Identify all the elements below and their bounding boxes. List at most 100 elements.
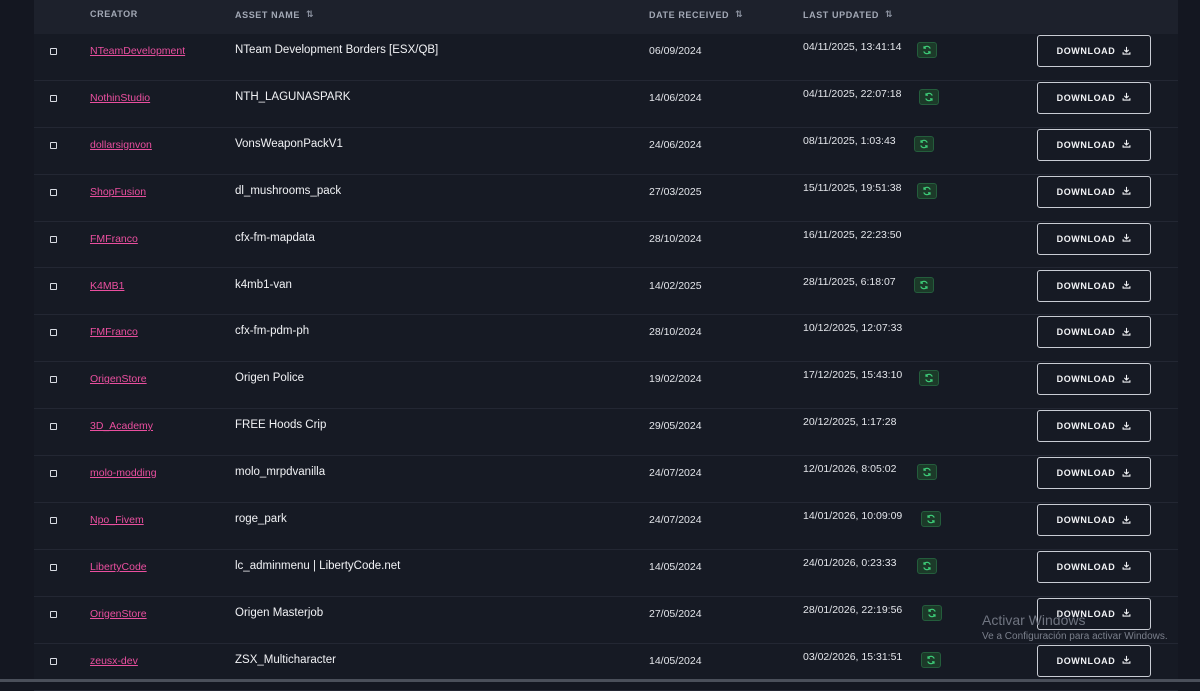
download-button[interactable]: DOWNLOAD [1037,35,1151,67]
row-checkbox[interactable] [50,188,57,196]
table-row: OrigenStore Origen Police 19/02/2024 17/12/… [34,362,1178,410]
download-button-label: DOWNLOAD [1056,186,1116,197]
download-button-label: DOWNLOAD [1056,655,1116,666]
date-received: 28/10/2024 [649,232,702,245]
sync-icon [920,139,928,149]
sync-icon [923,186,931,195]
date-received: 24/06/2024 [649,138,702,151]
sort-arrows-icon[interactable]: ⇅ [735,9,742,20]
sync-badge[interactable] [917,182,937,199]
row-checkbox[interactable] [50,657,57,665]
creator-link[interactable]: FMFranco [90,326,138,338]
creator-link[interactable]: LibertyCode [90,561,147,573]
asset-name: cfx-fm-pdm-ph [235,325,310,338]
last-updated: 17/12/2025, 15:43:10 [803,369,903,382]
creator-link[interactable]: zeusx-dev [90,655,138,667]
table-row: dollarsignvon VonsWeaponPackV1 24/06/2024 0… [34,128,1178,175]
header-asset-name[interactable]: ASSET NAME ⇅ [235,9,313,20]
row-checkbox[interactable] [50,610,57,618]
last-updated: 14/01/2026, 10:09:09 [803,510,903,522]
download-button[interactable]: DOWNLOAD [1037,128,1151,161]
sync-icon [927,655,935,664]
assets-table: CREATOR ASSET NAME ⇅ DATE RECEIVED ⇅ LAS… [34,0,1178,691]
header-date-received[interactable]: DATE RECEIVED ⇅ [649,9,743,20]
row-checkbox[interactable] [50,94,57,102]
creator-link[interactable]: 3D_Academy [90,420,153,432]
row-checkbox[interactable] [50,423,57,431]
row-checkbox[interactable] [50,517,57,524]
asset-name: cfx-fm-mapdata [235,231,315,244]
sync-icon [923,561,931,571]
download-button[interactable]: DOWNLOAD [1037,363,1151,396]
download-button-label: DOWNLOAD [1056,327,1116,338]
asset-name: roge_park [235,513,287,525]
download-button[interactable]: DOWNLOAD [1037,504,1151,536]
sync-badge[interactable] [917,42,937,58]
download-button[interactable]: DOWNLOAD [1037,222,1151,255]
last-updated: 28/11/2025, 6:18:07 [803,275,896,288]
download-icon [1122,655,1131,666]
download-button[interactable]: DOWNLOAD [1037,269,1151,302]
creator-link[interactable]: NTeamDevelopment [90,45,185,57]
creator-link[interactable]: NothinStudio [90,92,150,104]
creator-link[interactable]: ShopFusion [90,186,146,198]
sync-badge[interactable] [914,135,934,152]
date-received: 29/05/2024 [649,420,702,433]
creator-link[interactable]: Npo_Fivem [90,514,144,526]
download-button[interactable]: DOWNLOAD [1037,644,1151,677]
sync-icon [923,45,931,55]
download-icon [1122,515,1131,526]
download-icon [1122,468,1131,479]
sync-badge[interactable] [914,276,934,293]
sync-badge[interactable] [921,511,941,527]
row-checkbox[interactable] [50,48,57,55]
creator-link[interactable]: OrigenStore [90,373,147,385]
sync-icon [923,467,931,477]
download-button[interactable]: DOWNLOAD [1037,410,1151,443]
sync-badge[interactable] [919,370,939,387]
download-button[interactable]: DOWNLOAD [1037,81,1151,114]
row-checkbox[interactable] [50,563,57,571]
download-button[interactable]: DOWNLOAD [1037,316,1151,349]
download-icon [1122,92,1131,103]
download-button[interactable]: DOWNLOAD [1037,550,1151,583]
row-checkbox[interactable] [50,235,57,243]
sync-badge[interactable] [921,651,941,668]
asset-name: molo_mrpdvanilla [235,466,326,479]
sync-badge[interactable] [917,464,937,481]
download-button-label: DOWNLOAD [1056,468,1116,479]
sync-badge[interactable] [922,604,942,621]
date-received: 24/07/2024 [649,467,702,480]
date-received: 27/05/2024 [649,607,702,620]
download-button-label: DOWNLOAD [1056,374,1116,385]
row-checkbox[interactable] [50,470,57,478]
sort-arrows-icon[interactable]: ⇅ [306,9,313,20]
row-checkbox[interactable] [50,282,57,290]
creator-link[interactable]: FMFranco [90,233,138,245]
asset-name: dl_mushrooms_pack [235,184,342,197]
download-button[interactable]: DOWNLOAD [1037,457,1151,490]
row-checkbox[interactable] [50,141,57,149]
last-updated: 08/11/2025, 1:03:43 [803,134,896,147]
creator-link[interactable]: molo-modding [90,467,157,479]
sync-badge[interactable] [917,557,937,574]
download-button[interactable]: DOWNLOAD [1037,175,1151,208]
table-row: FMFranco cfx-fm-pdm-ph 28/10/2024 10/12/202… [34,315,1178,363]
row-checkbox[interactable] [50,376,57,384]
download-button-label: DOWNLOAD [1056,139,1116,150]
header-last-updated[interactable]: LAST UPDATED ⇅ [803,9,893,20]
table-row: NothinStudio NTH_LAGUNASPARK 14/06/2024 04/… [34,81,1178,128]
download-icon [1122,186,1131,197]
creator-link[interactable]: OrigenStore [90,608,147,620]
creator-link[interactable]: K4MB1 [90,280,124,292]
download-icon [1122,327,1131,338]
sync-badge[interactable] [919,88,939,105]
last-updated: 28/01/2026, 22:19:56 [803,603,903,616]
download-button-label: DOWNLOAD [1056,561,1116,572]
table-row: FMFranco cfx-fm-mapdata 28/10/2024 16/11/20… [34,222,1178,269]
creator-link[interactable]: dollarsignvon [90,139,152,151]
row-checkbox[interactable] [50,329,57,337]
asset-name: VonsWeaponPackV1 [235,137,343,150]
sort-arrows-icon[interactable]: ⇅ [885,9,892,20]
download-icon [1122,608,1131,619]
